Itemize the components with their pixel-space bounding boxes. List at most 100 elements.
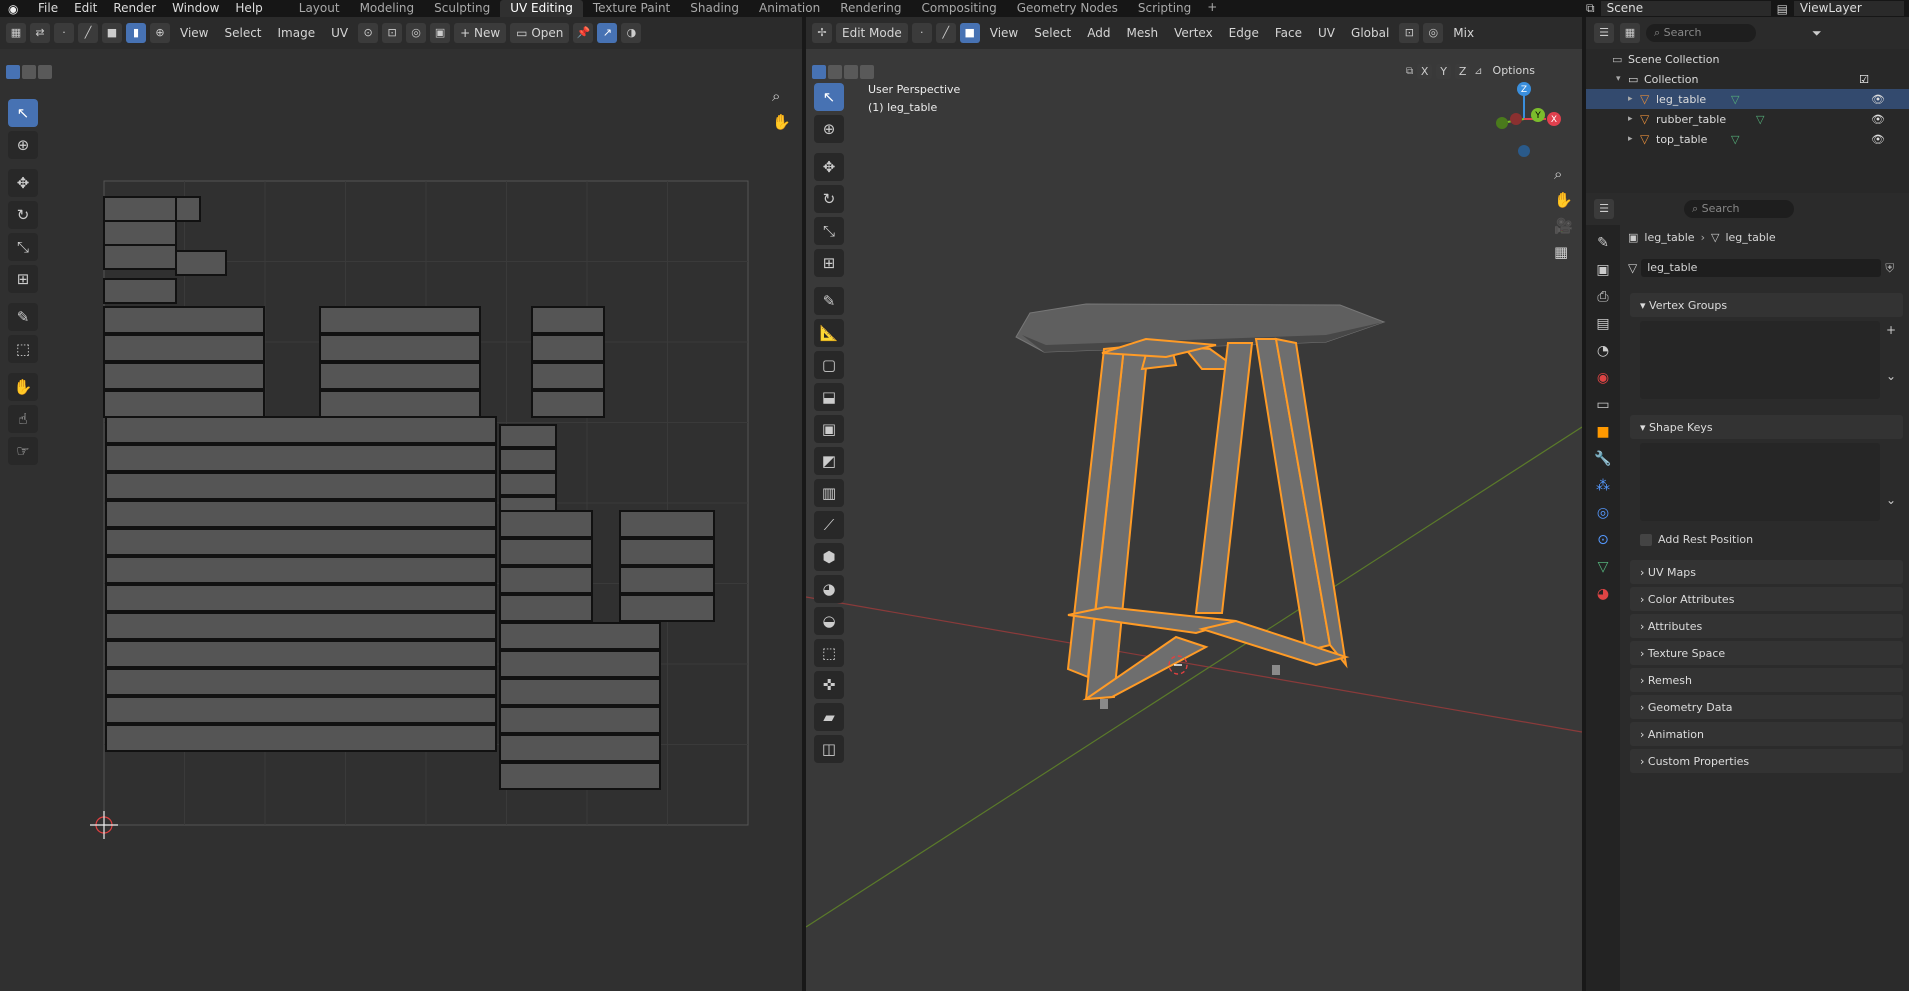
uv-island[interactable] (103, 220, 177, 246)
uv-island[interactable] (499, 650, 661, 678)
vertex-select-icon[interactable]: · (54, 23, 74, 43)
uv-island[interactable] (499, 520, 557, 544)
navigation-gizmo[interactable]: Z Y X (1482, 79, 1572, 169)
pinch-tool-icon[interactable]: ☞ (8, 437, 38, 465)
uv-island[interactable] (105, 444, 497, 472)
visibility-eye-icon[interactable]: 👁 (1871, 93, 1885, 106)
pin-icon[interactable]: 📌 (573, 23, 594, 43)
mirror-y-toggle[interactable]: Y (1436, 63, 1452, 79)
outliner-search-field[interactable]: ⌕ Search (1646, 24, 1756, 42)
add-rest-position-checkbox[interactable] (1640, 533, 1652, 546)
spin-tool-icon[interactable]: ◕ (814, 575, 844, 603)
uv-island[interactable] (531, 362, 605, 390)
panel-animation[interactable]: › Animation (1630, 722, 1903, 746)
particles-tab-icon[interactable]: ⁂ (1596, 478, 1610, 494)
vertex-groups-list[interactable] (1640, 321, 1880, 399)
uv-canvas[interactable] (0, 17, 802, 991)
face-mode-icon[interactable]: ■ (959, 23, 980, 43)
pan-hand-icon[interactable]: ✋ (772, 113, 791, 131)
vp-select-new-icon[interactable] (812, 65, 826, 79)
tab-modeling[interactable]: Modeling (350, 0, 425, 17)
tweak-tool-icon[interactable]: ↖ (8, 99, 38, 127)
outliner-row-rubber-table[interactable]: ▸ ▽ rubber_table ▽ 👁 (1586, 109, 1909, 129)
uv-island[interactable] (105, 696, 497, 724)
tab-layout[interactable]: Layout (289, 0, 350, 17)
uv-island[interactable] (105, 528, 497, 556)
menu-render[interactable]: Render (105, 0, 164, 17)
uv-island[interactable] (619, 566, 715, 594)
vp-menu-vertex[interactable]: Vertex (1168, 23, 1219, 43)
vp-select-invert-icon[interactable] (860, 65, 874, 79)
blender-logo-icon[interactable]: ◉ (8, 2, 24, 16)
panel-remesh[interactable]: › Remesh (1630, 668, 1903, 692)
vp-select-tool-icon[interactable]: ↖ (814, 83, 844, 111)
output-tab-icon[interactable]: ⎙ (1597, 289, 1608, 305)
panel-custom-properties[interactable]: › Custom Properties (1630, 749, 1903, 773)
island-select-icon[interactable]: ▮ (126, 23, 146, 43)
uv-island[interactable] (103, 244, 177, 270)
expand-icon[interactable]: ▸ (1628, 94, 1640, 104)
uv-island[interactable] (499, 424, 557, 448)
vertex-group-menu-icon[interactable]: ⌄ (1886, 369, 1896, 383)
vp-transform-tool-icon[interactable]: ⊞ (814, 249, 844, 277)
uv-island[interactable] (499, 734, 661, 762)
vp-menu-face[interactable]: Face (1269, 23, 1308, 43)
mode-select[interactable]: Edit Mode (836, 23, 908, 43)
outliner-row-top-table[interactable]: ▸ ▽ top_table ▽ 👁 (1586, 129, 1909, 149)
overlay-mix-select[interactable]: Mix (1447, 23, 1480, 43)
panel-shape-keys[interactable]: ▾ Shape Keys (1630, 415, 1903, 439)
uv-island[interactable] (105, 556, 497, 584)
outliner-type-icon[interactable]: ☰ (1594, 23, 1614, 43)
move-tool-icon[interactable]: ✥ (8, 169, 38, 197)
panel-geometry-data[interactable]: › Geometry Data (1630, 695, 1903, 719)
uv-island[interactable] (105, 640, 497, 668)
vp-annotate-tool-icon[interactable]: ✎ (814, 287, 844, 315)
rip-tool-icon[interactable]: ⬚ (8, 335, 38, 363)
panel-texture-space[interactable]: › Texture Space (1630, 641, 1903, 665)
add-rest-position-row[interactable]: Add Rest Position (1640, 533, 1753, 546)
uv-island[interactable] (319, 390, 481, 418)
menu-help[interactable]: Help (227, 0, 270, 17)
mesh-data-tab-icon[interactable]: ▽ (1598, 559, 1609, 575)
extrude-tool-icon[interactable]: ⬓ (814, 383, 844, 411)
menu-edit[interactable]: Edit (66, 0, 105, 17)
uv-island[interactable] (175, 250, 227, 276)
menu-window[interactable]: Window (164, 0, 227, 17)
autoconnect-icon[interactable]: ⊿ (1474, 66, 1482, 77)
shape-key-menu-icon[interactable]: ⌄ (1886, 493, 1896, 507)
checkbox-icon[interactable]: ☑ (1859, 73, 1869, 86)
uv-island[interactable] (531, 390, 605, 418)
mirror-z-toggle[interactable]: Z (1455, 63, 1471, 79)
transform-tool-icon[interactable]: ⊞ (8, 265, 38, 293)
expand-icon[interactable]: ▾ (1616, 74, 1628, 84)
uv-island[interactable] (319, 362, 481, 390)
filter-icon[interactable]: ⏷ (1812, 26, 1822, 41)
overlay-toggle-icon[interactable]: ◑ (621, 23, 642, 43)
scale-tool-icon[interactable]: ⤡ (8, 233, 38, 261)
face-select-icon[interactable]: ■ (102, 23, 122, 43)
uv-menu-uv[interactable]: UV (325, 23, 354, 43)
panel-color-attributes[interactable]: › Color Attributes (1630, 587, 1903, 611)
uv-island[interactable] (103, 362, 265, 390)
vp-zoom-icon[interactable]: ⌕ (1554, 165, 1573, 183)
inset-tool-icon[interactable]: ▣ (814, 415, 844, 443)
properties-search-field[interactable]: ⌕ Search (1684, 200, 1794, 218)
pivot-icon[interactable]: ⊙ (358, 23, 379, 43)
vp-menu-mesh[interactable]: Mesh (1121, 23, 1165, 43)
vp-menu-select[interactable]: Select (1028, 23, 1077, 43)
tool-tab-icon[interactable]: ✎ (1597, 235, 1609, 251)
rip-region-tool-icon[interactable]: ◫ (814, 735, 844, 763)
select-new-icon[interactable] (6, 65, 20, 79)
uv-island[interactable] (499, 544, 557, 568)
uv-island[interactable] (499, 538, 593, 566)
camera-view-icon[interactable]: 🎥 (1554, 217, 1573, 235)
uv-island[interactable] (319, 334, 481, 362)
vp-rotate-tool-icon[interactable]: ↻ (814, 185, 844, 213)
uv-island[interactable] (105, 472, 497, 500)
sticky-select-icon[interactable]: ⊕ (150, 23, 170, 43)
uv-menu-select[interactable]: Select (218, 23, 267, 43)
uv-island[interactable] (499, 448, 557, 472)
properties-type-icon[interactable]: ☰ (1594, 199, 1614, 219)
scene-icon[interactable]: ⧉ (1586, 1, 1595, 16)
shear-tool-icon[interactable]: ▰ (814, 703, 844, 731)
